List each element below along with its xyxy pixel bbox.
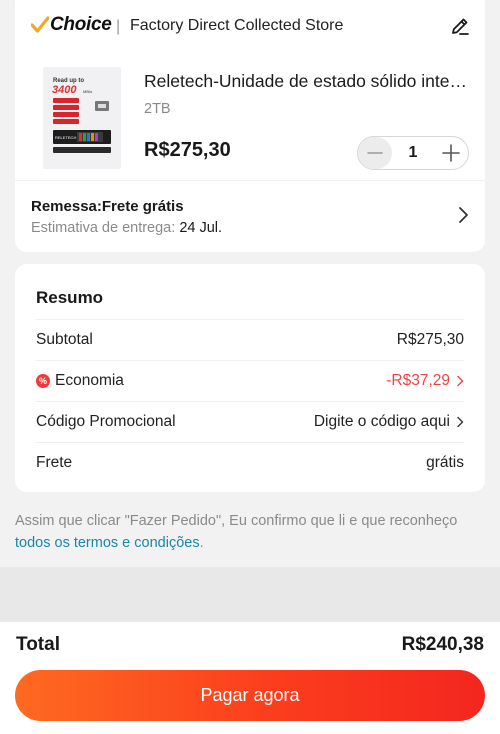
discount-percent-icon: %	[36, 374, 50, 388]
decrease-quantity-button[interactable]	[358, 137, 392, 169]
checkout-footer: Total R$240,38 Pagar agora	[0, 622, 500, 734]
discount-label: Economia	[55, 372, 124, 389]
store-separator: |	[116, 18, 121, 35]
image-speed: 3400	[52, 84, 77, 96]
product-title[interactable]: Reletech-Unidade de estado sólido intern…	[144, 71, 472, 92]
summary-card: Resumo Subtotal R$275,30 % Economia -R$3…	[15, 264, 485, 492]
terms-text: Assim que clicar "Fazer Pedido", Eu conf…	[15, 513, 458, 529]
pay-now-button[interactable]: Pagar agora	[15, 670, 485, 721]
minus-icon	[367, 152, 383, 154]
increase-quantity-button[interactable]	[434, 137, 468, 169]
subtotal-value: R$275,30	[396, 331, 464, 348]
subtotal-row: Subtotal R$275,30	[36, 319, 464, 360]
summary-title: Resumo	[36, 288, 104, 307]
promo-code-label: Código Promocional	[36, 413, 176, 430]
terms-notice: Assim que clicar "Fazer Pedido", Eu conf…	[15, 510, 490, 554]
total-label: Total	[16, 634, 60, 655]
shipping-cost-row: Frete grátis	[36, 442, 464, 483]
terms-end: .	[199, 535, 204, 551]
delivery-estimate: Estimativa de entrega: 24 Jul.	[31, 220, 222, 236]
choice-badge: Choice	[31, 14, 112, 36]
edit-icon[interactable]	[449, 15, 471, 37]
checkmark-icon	[31, 16, 49, 33]
delivery-estimate-label: Estimativa de entrega:	[31, 220, 180, 236]
shipping-cost-value: grátis	[426, 454, 464, 471]
terms-link[interactable]: todos os termos e condições	[15, 535, 200, 551]
section-spacer	[0, 567, 500, 622]
promo-code-placeholder: Digite o código aqui	[313, 413, 450, 430]
image-brand: RELETECH	[55, 135, 76, 140]
shipping-cost-label: Frete	[36, 454, 73, 471]
product-image[interactable]: Read up to 3400 MB/s RELETECH	[43, 67, 121, 169]
choice-label: Choice	[50, 14, 112, 35]
shipping-chevron-right-icon[interactable]	[457, 206, 469, 224]
product-variant[interactable]: 2TB	[144, 101, 171, 117]
card-divider	[15, 180, 485, 181]
plus-icon	[442, 144, 460, 162]
product-price: R$275,30	[144, 139, 231, 161]
total-value: R$240,38	[401, 634, 484, 655]
quantity-value[interactable]: 1	[392, 144, 434, 162]
shipping-title[interactable]: Remessa:Frete grátis	[31, 198, 184, 215]
store-card: Choice | Factory Direct Collected Store …	[15, 0, 485, 252]
discount-chevron-right-icon	[457, 375, 464, 387]
ssd-product-picture: Read up to 3400 MB/s RELETECH	[43, 67, 121, 169]
discount-row[interactable]: % Economia -R$37,29	[36, 360, 464, 401]
promo-code-row[interactable]: Código Promocional Digite o código aqui	[36, 401, 464, 442]
promo-chevron-right-icon	[457, 416, 464, 428]
subtotal-label: Subtotal	[36, 331, 93, 348]
quantity-stepper: 1	[357, 136, 469, 170]
store-name[interactable]: Factory Direct Collected Store	[130, 17, 343, 35]
delivery-date: 24 Jul.	[179, 220, 223, 236]
image-speed-unit: MB/s	[83, 89, 92, 94]
discount-value: -R$37,29	[386, 372, 450, 389]
